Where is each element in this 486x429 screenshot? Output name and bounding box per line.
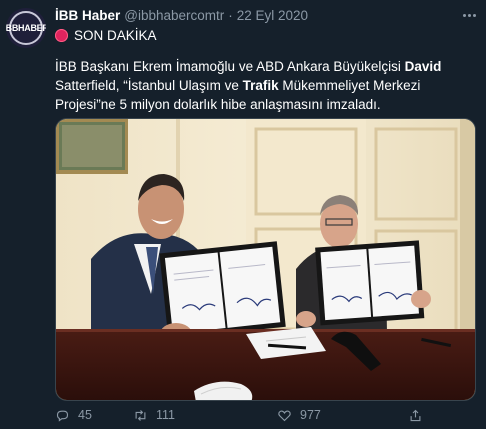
reply-count: 45 <box>78 408 92 422</box>
reply-icon <box>56 410 69 422</box>
display-name[interactable]: İBB Haber <box>55 8 120 23</box>
user-handle[interactable]: @ibbhabercomtr <box>124 8 224 23</box>
like-button[interactable]: 977 <box>277 404 321 426</box>
like-count: 977 <box>300 408 321 422</box>
tweet-photo[interactable] <box>55 118 476 401</box>
breaking-label: SON DAKİKA <box>74 27 157 43</box>
share-button[interactable] <box>408 404 423 426</box>
signing-ceremony-photo <box>56 119 475 400</box>
tweet-text-bold-2: Trafik <box>242 78 279 93</box>
reply-button[interactable]: 45 <box>55 404 92 426</box>
like-icon <box>278 410 291 421</box>
separator-dot: · <box>228 7 233 23</box>
retweet-count: 111 <box>156 408 176 422</box>
tweet-text-part-2: Satterfield, “İstanbul Ulaşım ve <box>55 78 243 93</box>
tweet-header: İBB Haber @ibbhabercomtr · 22 Eyl 2020 <box>55 6 476 24</box>
tweet-text-bold-1: David <box>404 59 442 74</box>
tweet-text-part-1: İBB Başkanı Ekrem İmamoğlu ve ABD Ankara… <box>55 59 405 74</box>
breaking-news-badge: SON DAKİKA <box>55 26 157 44</box>
tweet-actions: 45 111 977 <box>55 404 475 426</box>
breaking-dot-icon <box>55 28 68 42</box>
more-icon[interactable] <box>460 8 478 22</box>
retweet-icon <box>135 409 146 421</box>
tweet-date[interactable]: 22 Eyl 2020 <box>237 8 308 23</box>
avatar-logo-text: İBBHABER <box>6 23 46 33</box>
retweet-button[interactable]: 111 <box>133 404 175 426</box>
avatar[interactable]: İBBHABER <box>6 8 46 48</box>
tweet-text: İBB Başkanı Ekrem İmamoğlu ve ABD Ankara… <box>55 57 480 114</box>
share-icon <box>410 409 421 421</box>
